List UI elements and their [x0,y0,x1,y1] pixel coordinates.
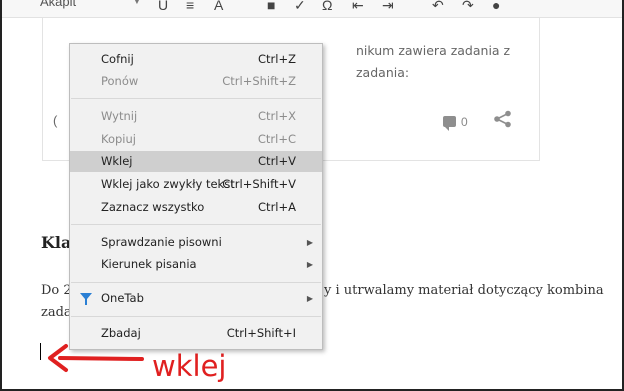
format-select[interactable]: Akapit [40,0,76,9]
paragraph-line1-start: Do 2 [41,283,72,298]
context-menu: Cofnij Ctrl+Z Ponów Ctrl+Shift+Z Wytnij … [69,43,323,350]
outdent-icon[interactable]: ⇤ [352,0,364,14]
menu-item-label: Cofnij [101,52,134,66]
menu-item-shortcut: Ctrl+A [258,200,296,214]
comment-icon [443,116,456,131]
menu-item-shortcut: Ctrl+X [258,109,296,123]
align-icon[interactable]: ≡ [186,0,194,13]
menu-separator [71,316,321,317]
menu-item-label: Kierunek pisania [101,257,197,271]
paragraph-line2-start: zada [41,305,72,320]
section-heading: Kla [41,233,72,252]
undo-icon[interactable]: ↶ [432,0,444,14]
share-icon[interactable] [493,110,513,128]
menu-item-label: Kopiuj [101,132,136,146]
text-cursor[interactable] [40,343,41,360]
text-color-icon[interactable]: A [214,0,223,13]
menu-item-label: Zaznacz wszystko [101,200,205,214]
menu-item-label: Sprawdzanie pisowni [101,235,222,249]
card-paren: ( [53,113,58,128]
menu-separator [71,282,321,283]
submenu-arrow-icon: ▶ [306,238,313,247]
clear-format-icon[interactable]: ✓ [294,0,306,14]
submenu-arrow-icon: ▶ [306,260,313,269]
menu-item-label: Wklej jako zwykły tekst [101,177,235,191]
menu-separator [71,98,321,99]
menu-item-paste-plain[interactable]: Wklej jako zwykły tekst Ctrl+Shift+V [70,174,322,195]
menu-item-spellcheck[interactable]: Sprawdzanie pisowni ▶ [70,232,322,253]
menu-item-label: Wklej [101,154,133,168]
card-excerpt-line2: zadania: [356,65,410,80]
redo-icon[interactable]: ↷ [462,0,474,14]
menu-item-undo[interactable]: Cofnij Ctrl+Z [70,49,322,70]
browser-content-frame: Akapit ▼ U ≡ A ■ ✓ Ω ⇤ ⇥ ↶ ↷ ● nikum zaw… [0,0,624,391]
menu-item-label: Ponów [101,74,139,88]
menu-item-label: Wytnij [101,109,138,123]
special-char-icon[interactable]: Ω [322,0,332,13]
menu-item-label: OneTab [101,291,144,305]
menu-item-writing-direction[interactable]: Kierunek pisania ▶ [70,254,322,275]
underline-icon[interactable]: U [158,0,168,13]
menu-item-paste[interactable]: Wklej Ctrl+V [70,151,322,172]
menu-item-shortcut: Ctrl+Shift+Z [222,74,296,88]
menu-item-shortcut: Ctrl+Shift+I [226,326,296,340]
menu-item-shortcut: Ctrl+Z [258,52,296,66]
menu-item-label: Zbadaj [101,326,141,340]
menu-item-copy[interactable]: Kopiuj Ctrl+C [70,129,322,150]
comments-link[interactable]: 0 [443,115,468,131]
menu-item-select-all[interactable]: Zaznacz wszystko Ctrl+A [70,197,322,218]
menu-item-cut[interactable]: Wytnij Ctrl+X [70,106,322,127]
help-icon[interactable]: ● [492,0,500,13]
menu-item-redo[interactable]: Ponów Ctrl+Shift+Z [70,71,322,92]
card-excerpt-line1: nikum zawiera zadania z [356,43,511,58]
indent-icon[interactable]: ⇥ [382,0,394,14]
annotation-label: wklej [152,349,227,383]
menu-item-inspect[interactable]: Zbadaj Ctrl+Shift+I [70,323,322,344]
comment-count: 0 [461,115,468,129]
menu-item-shortcut: Ctrl+V [258,154,296,168]
paste-text-icon[interactable]: ■ [267,0,275,13]
menu-item-shortcut: Ctrl+C [257,132,296,146]
paragraph-line1-end: y i utrwalamy materiał dotyczący kombina [324,283,604,298]
onetab-funnel-icon [80,293,92,305]
submenu-arrow-icon: ▶ [306,294,313,303]
editor-toolbar: Akapit ▼ U ≡ A ■ ✓ Ω ⇤ ⇥ ↶ ↷ ● [2,0,622,18]
menu-item-shortcut: Ctrl+Shift+V [222,177,296,191]
chevron-down-icon[interactable]: ▼ [132,0,142,7]
menu-separator [71,224,321,225]
menu-item-onetab[interactable]: OneTab ▶ [70,288,322,309]
card-excerpt: nikum zawiera zadania z zadania: [356,40,510,84]
